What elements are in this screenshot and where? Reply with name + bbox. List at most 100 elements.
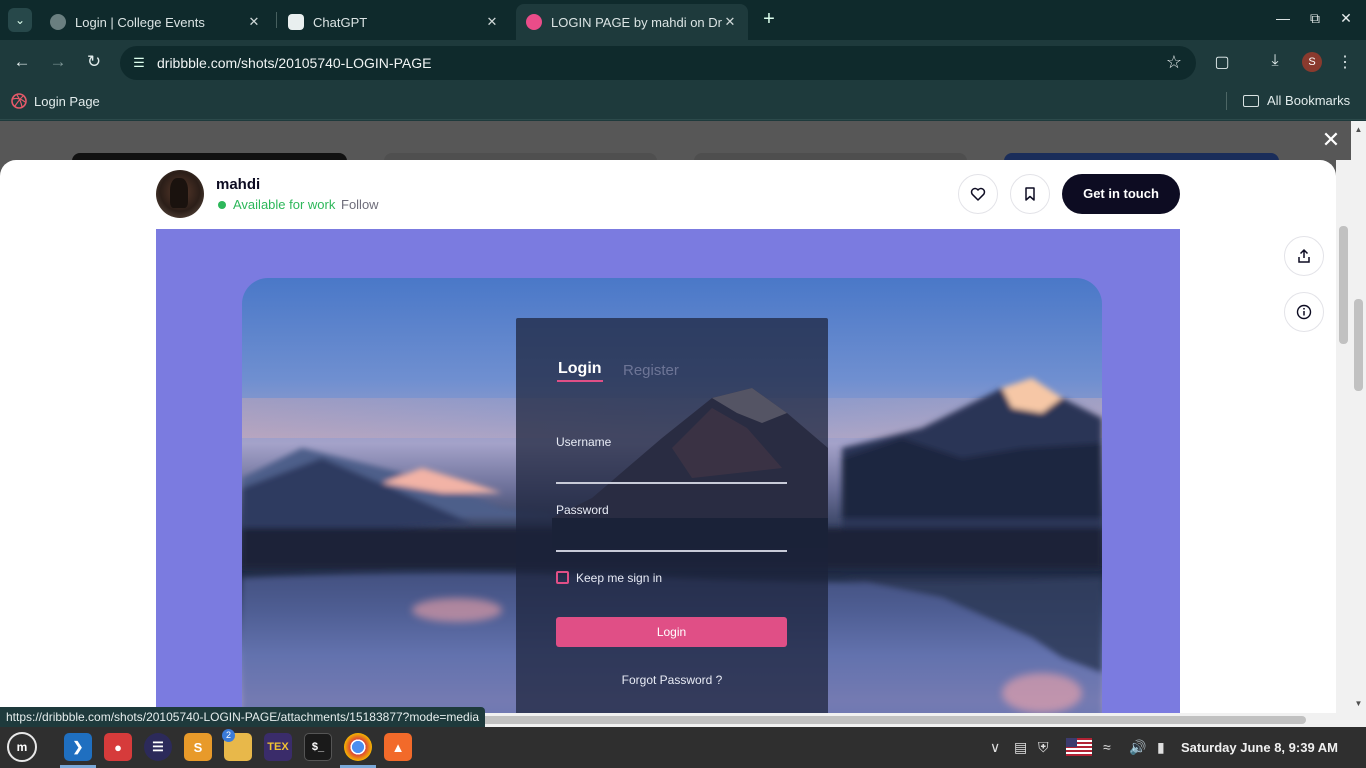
- tab-search-button[interactable]: ⌄: [8, 8, 32, 32]
- battery-icon[interactable]: ▮: [1157, 739, 1165, 756]
- minimize-icon[interactable]: —: [1273, 10, 1293, 26]
- shield-icon[interactable]: ⛨: [1038, 739, 1049, 756]
- reflection-highlight: [1002, 673, 1082, 713]
- wifi-icon[interactable]: ≈: [1103, 739, 1111, 755]
- modal-scrollbar-thumb[interactable]: [1339, 226, 1348, 344]
- forward-icon[interactable]: →: [46, 50, 70, 74]
- mint-logo: m: [16, 740, 28, 754]
- like-button[interactable]: [958, 174, 998, 214]
- new-tab-button[interactable]: +: [758, 8, 780, 30]
- mock-forgot-password: Forgot Password ?: [621, 673, 723, 687]
- mock-password-label: Password: [556, 503, 609, 517]
- bookmarks-bar: Login Page All Bookmarks: [0, 84, 1366, 120]
- tab-college-events[interactable]: Login | College Events ✕: [40, 4, 272, 40]
- tab-chatgpt[interactable]: ChatGPT ✕: [278, 4, 510, 40]
- status-dot-icon: [218, 201, 226, 209]
- profile-avatar[interactable]: S: [1302, 52, 1322, 72]
- tab-separator: [276, 12, 277, 28]
- url-text: dribbble.com/shots/20105740-LOGIN-PAGE: [157, 55, 432, 71]
- app-red-icon[interactable]: ●: [104, 733, 132, 761]
- flag-canton: [1066, 738, 1077, 747]
- chrome-icon[interactable]: [344, 733, 372, 761]
- sublime-icon[interactable]: S: [184, 733, 212, 761]
- vscode-icon[interactable]: ❯: [64, 733, 92, 761]
- menu-kebab-icon[interactable]: ⋮: [1334, 52, 1356, 72]
- mountain-lake-scene: Login Register Username Password Keep me…: [242, 278, 1102, 713]
- availability-status: Available for work: [233, 197, 336, 212]
- volume-icon[interactable]: 🔊: [1129, 739, 1146, 756]
- mock-username-label: Username: [556, 435, 612, 449]
- mock-keep-signed-in-label: Keep me sign in: [576, 571, 663, 585]
- avatar[interactable]: [156, 170, 204, 218]
- all-bookmarks-label: All Bookmarks: [1267, 93, 1351, 108]
- bookmark-login-page[interactable]: Login Page: [11, 93, 100, 109]
- mock-tab-login: Login: [558, 360, 602, 377]
- maximize-icon[interactable]: ⧉: [1305, 10, 1325, 27]
- close-overlay-icon[interactable]: ✕: [1320, 129, 1342, 151]
- tab-dribbble-login[interactable]: LOGIN PAGE by mahdi on Dri ✕: [516, 4, 748, 40]
- brave-icon[interactable]: ▲: [384, 733, 412, 761]
- share-button[interactable]: [1284, 236, 1324, 276]
- mock-checkbox: [556, 571, 569, 584]
- dribbble-icon: [11, 93, 27, 109]
- globe-icon: [50, 14, 66, 30]
- follow-button[interactable]: Follow: [341, 197, 379, 212]
- chatgpt-icon: [288, 14, 304, 30]
- tab-title: LOGIN PAGE by mahdi on Dri: [551, 14, 722, 30]
- all-bookmarks-button[interactable]: All Bookmarks: [1243, 93, 1350, 108]
- scroll-up-icon[interactable]: ▲: [1351, 125, 1366, 134]
- info-button[interactable]: [1284, 292, 1324, 332]
- shot-image[interactable]: Login Register Username Password Keep me…: [156, 229, 1180, 713]
- mint-menu-icon[interactable]: m: [7, 732, 37, 762]
- mock-password-field: [556, 550, 787, 552]
- author-name[interactable]: mahdi: [216, 176, 260, 193]
- shot-modal: mahdi Available for work Follow Get in t…: [0, 160, 1336, 713]
- address-bar[interactable]: ☰ dribbble.com/shots/20105740-LOGIN-PAGE…: [120, 46, 1196, 80]
- bluetooth-icon[interactable]: ∨: [990, 739, 1000, 756]
- mock-login-button: Login: [556, 617, 787, 647]
- tab-strip: ⌄ Login | College Events ✕ ChatGPT ✕ LOG…: [0, 0, 1366, 40]
- clipboard-icon[interactable]: ▤: [1014, 739, 1027, 756]
- dribbble-icon: [526, 14, 542, 30]
- page-overlay: ✕ mahdi Available for work Follow Get in…: [0, 121, 1366, 713]
- close-tab-icon[interactable]: ✕: [722, 14, 738, 30]
- heart-icon: [970, 187, 986, 201]
- extensions-icon[interactable]: ▢: [1211, 52, 1233, 72]
- page-scrollbar[interactable]: ▲ ▼: [1351, 121, 1366, 713]
- reflection-highlight: [412, 598, 502, 622]
- folder-icon: [1243, 94, 1259, 107]
- save-button[interactable]: [1010, 174, 1050, 214]
- reload-icon[interactable]: ↻: [82, 50, 106, 74]
- mock-username-field: [556, 482, 787, 484]
- site-settings-icon[interactable]: ☰: [130, 54, 148, 72]
- mock-tab-register: Register: [623, 362, 679, 379]
- mock-tab-underline: [557, 380, 603, 382]
- share-icon: [1298, 248, 1310, 263]
- bookmark-label: Login Page: [34, 93, 100, 109]
- scroll-down-icon[interactable]: ▼: [1351, 699, 1366, 708]
- page-scrollbar-thumb[interactable]: [1354, 299, 1363, 391]
- info-icon: [1296, 304, 1312, 320]
- bookmark-star-icon[interactable]: ☆: [1166, 52, 1182, 73]
- clock[interactable]: Saturday June 8, 9:39 AM: [1181, 740, 1338, 755]
- close-window-icon[interactable]: ✕: [1336, 10, 1356, 27]
- get-in-touch-button[interactable]: Get in touch: [1062, 174, 1180, 214]
- modal-scrollbar[interactable]: [1336, 160, 1351, 713]
- close-tab-icon[interactable]: ✕: [484, 14, 500, 30]
- us-flag-icon[interactable]: [1066, 738, 1092, 756]
- tab-title: ChatGPT: [313, 14, 368, 30]
- close-tab-icon[interactable]: ✕: [246, 14, 262, 30]
- download-icon[interactable]: ⤓: [1264, 52, 1286, 70]
- back-icon[interactable]: ←: [10, 50, 34, 74]
- browser-toolbar: ← → ↻ ☰ dribbble.com/shots/20105740-LOGI…: [0, 40, 1366, 84]
- eclipse-icon[interactable]: ☰: [144, 733, 172, 761]
- bookmark-icon: [1025, 187, 1035, 201]
- files-badge: 2: [222, 729, 235, 742]
- login-card-mockup: Login Register Username Password Keep me…: [516, 318, 828, 713]
- taskbar: m ❯ ● ☰ S 2 TEX $_ ▲ ∨ ▤ ⛨ ≈ 🔊 ▮ Saturda…: [0, 727, 1366, 768]
- status-bar-url: https://dribbble.com/shots/20105740-LOGI…: [0, 707, 486, 727]
- tab-title: Login | College Events: [75, 14, 205, 30]
- bookmarks-separator: [1226, 92, 1227, 110]
- terminal-icon[interactable]: $_: [304, 733, 332, 761]
- texstudio-icon[interactable]: TEX: [264, 733, 292, 761]
